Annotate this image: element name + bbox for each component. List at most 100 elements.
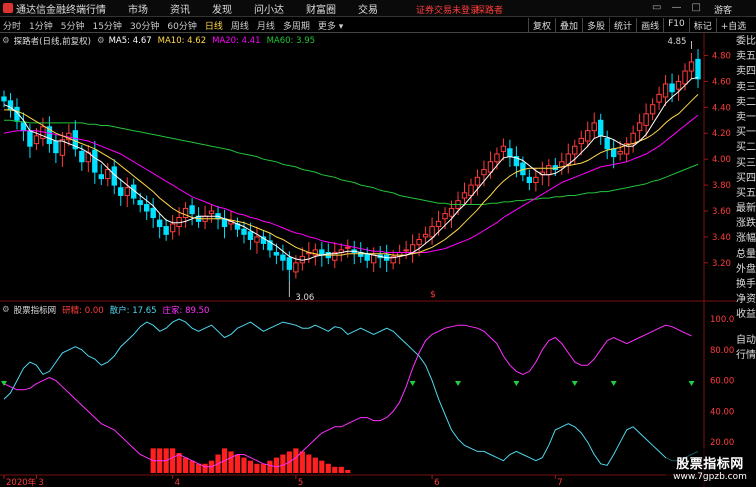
toolbar-button[interactable]: 统计: [609, 18, 636, 33]
candle-body: [688, 61, 695, 72]
candle-body: [435, 220, 442, 228]
y-tick-label: 20.00: [710, 438, 734, 448]
tab-period[interactable]: 1分钟: [29, 19, 53, 32]
watermark: 股票指标网 www.7gpzb.com: [666, 448, 754, 486]
candle-body: [371, 254, 377, 264]
candle-body: [643, 113, 649, 126]
ma10-value: MA10: 4.62: [157, 36, 207, 46]
y-tick-label: 3.20: [712, 259, 731, 269]
tab-period[interactable]: 30分钟: [130, 19, 159, 32]
candle-body: [675, 80, 682, 90]
toolbar-button[interactable]: 标记: [688, 18, 716, 33]
candle-body: [280, 254, 286, 261]
watermark-title: 股票指标网: [676, 456, 744, 472]
candle-body: [169, 223, 176, 233]
toolbar-button[interactable]: 叠加: [555, 18, 582, 33]
quote-label: 外盘: [736, 263, 756, 275]
y-tick-label: 4.20: [712, 129, 731, 139]
candle-body: [254, 236, 260, 243]
candle-body: [182, 207, 189, 218]
menu-item-market[interactable]: 市场: [128, 1, 148, 16]
candle-body: [591, 122, 597, 132]
quote-label: 总量: [736, 248, 756, 260]
main-chart-info: ⚙ 探路者(日线,前复权) ⚙ MA5: 4.67 MA10: 4.62 MA2…: [2, 35, 321, 47]
quote-label: 最新: [736, 203, 756, 215]
zhuli-bar: [306, 454, 312, 473]
ma5-value: MA5: 4.67: [108, 36, 152, 46]
minimize-icon[interactable]: —: [671, 2, 681, 13]
menu-item-news[interactable]: 资讯: [170, 1, 190, 16]
gear-icon[interactable]: ⚙: [97, 36, 105, 46]
toolbar-button[interactable]: 复权: [528, 18, 555, 33]
candle-body: [481, 169, 487, 176]
x-tick-label: 4: [175, 478, 180, 487]
menu-item-wealth[interactable]: 财富圈: [306, 1, 336, 16]
x-tick-label: 7: [557, 478, 562, 487]
quote-button[interactable]: 行情: [736, 348, 756, 363]
zhuli-bar: [345, 469, 351, 473]
candle-body: [143, 204, 150, 212]
gear-icon[interactable]: ⚙: [2, 305, 10, 315]
buy-arrow-icon: [455, 381, 462, 386]
buy-arrow-icon: [409, 381, 416, 386]
gear-icon[interactable]: ⚙: [2, 36, 10, 46]
terminal-window: 通达信金融终端 行情 市场 资讯 发现 问小达 财富圈 交易 证券交易未登录 探…: [0, 0, 756, 487]
ma60-value: MA60: 3.95: [266, 36, 316, 46]
zhuli-bar: [267, 460, 273, 473]
user-label[interactable]: 游客: [714, 3, 732, 16]
quote-label: 卖四: [736, 66, 756, 78]
tab-period[interactable]: 周线: [231, 19, 249, 32]
y-tick-label: 3.80: [712, 181, 731, 191]
maximize-icon[interactable]: □: [691, 2, 700, 13]
toolbar-button[interactable]: +自选: [715, 18, 751, 33]
marker-label: $: [430, 290, 436, 300]
tab-period[interactable]: 60分钟: [167, 19, 196, 32]
restore-icon[interactable]: ▭: [652, 2, 661, 13]
menu-item-trade[interactable]: 交易: [358, 1, 378, 16]
toolbar-button[interactable]: 画线: [636, 18, 663, 33]
tab-period[interactable]: 分时: [3, 19, 21, 32]
candle-body: [403, 249, 409, 252]
zhuli-bar: [241, 457, 247, 473]
tab-period[interactable]: 月线: [257, 19, 275, 32]
quote-label: 买二: [736, 142, 756, 154]
tab-period-active[interactable]: 日线: [205, 19, 223, 32]
buy-arrow-icon: [610, 381, 617, 386]
quote-label: 收益: [736, 309, 756, 321]
quote-panel: 委比 卖五 卖四 卖三 卖二 卖一 买一 买二 买三 买四 买五 最新 涨跌 涨…: [736, 34, 756, 323]
tab-period[interactable]: 多周期: [283, 19, 310, 32]
indicator-title: 股票指标网: [13, 306, 57, 316]
tab-period[interactable]: 15分钟: [92, 19, 121, 32]
period-tabs: 分时 1分钟 5分钟 15分钟 30分钟 60分钟 日线 周线 月线 多周期 更…: [3, 19, 351, 32]
buy-arrow-icon: [513, 381, 520, 386]
login-status[interactable]: 证券交易未登录: [416, 3, 479, 16]
toolbar-button[interactable]: 多股: [582, 18, 609, 33]
auto-button[interactable]: 自动: [736, 333, 756, 348]
zhuli-bar: [319, 460, 325, 473]
chart-canvas[interactable]: 3.20 3.40 3.60 3.80 4.00 4.20 4.40 4.60 4.80 20.0…: [0, 33, 736, 487]
candle-body: [442, 213, 448, 220]
candle-body: [604, 137, 610, 150]
candle-body: [20, 122, 27, 132]
toolbar-button[interactable]: F10: [663, 18, 689, 33]
candle-body: [494, 153, 500, 163]
chart-toolbar: 复权 叠加 多股 统计 画线 F10 标记 +自选: [528, 18, 750, 33]
y-tick-label: 4.00: [712, 155, 731, 165]
tab-period-more[interactable]: 更多 ▾: [318, 19, 343, 32]
menu-item-discover[interactable]: 发现: [212, 1, 232, 16]
zhuli-bar: [228, 451, 234, 473]
candle-body: [79, 150, 85, 163]
candle-body: [500, 145, 507, 152]
menu-item-quote[interactable]: 行情: [86, 1, 106, 16]
candle-body: [422, 233, 429, 238]
zhuli-bar: [183, 457, 189, 473]
menu-item-assistant[interactable]: 问小达: [254, 1, 284, 16]
candle-body: [105, 169, 111, 180]
zhuli-value: 研精: 0.00: [62, 306, 104, 316]
candle-body: [124, 187, 130, 196]
app-title: 通达信金融终端: [16, 4, 86, 16]
tab-period[interactable]: 5分钟: [61, 19, 85, 32]
x-tick-label: 5: [298, 478, 303, 487]
candle-body: [682, 70, 688, 85]
quote-label: 卖五: [736, 51, 756, 63]
